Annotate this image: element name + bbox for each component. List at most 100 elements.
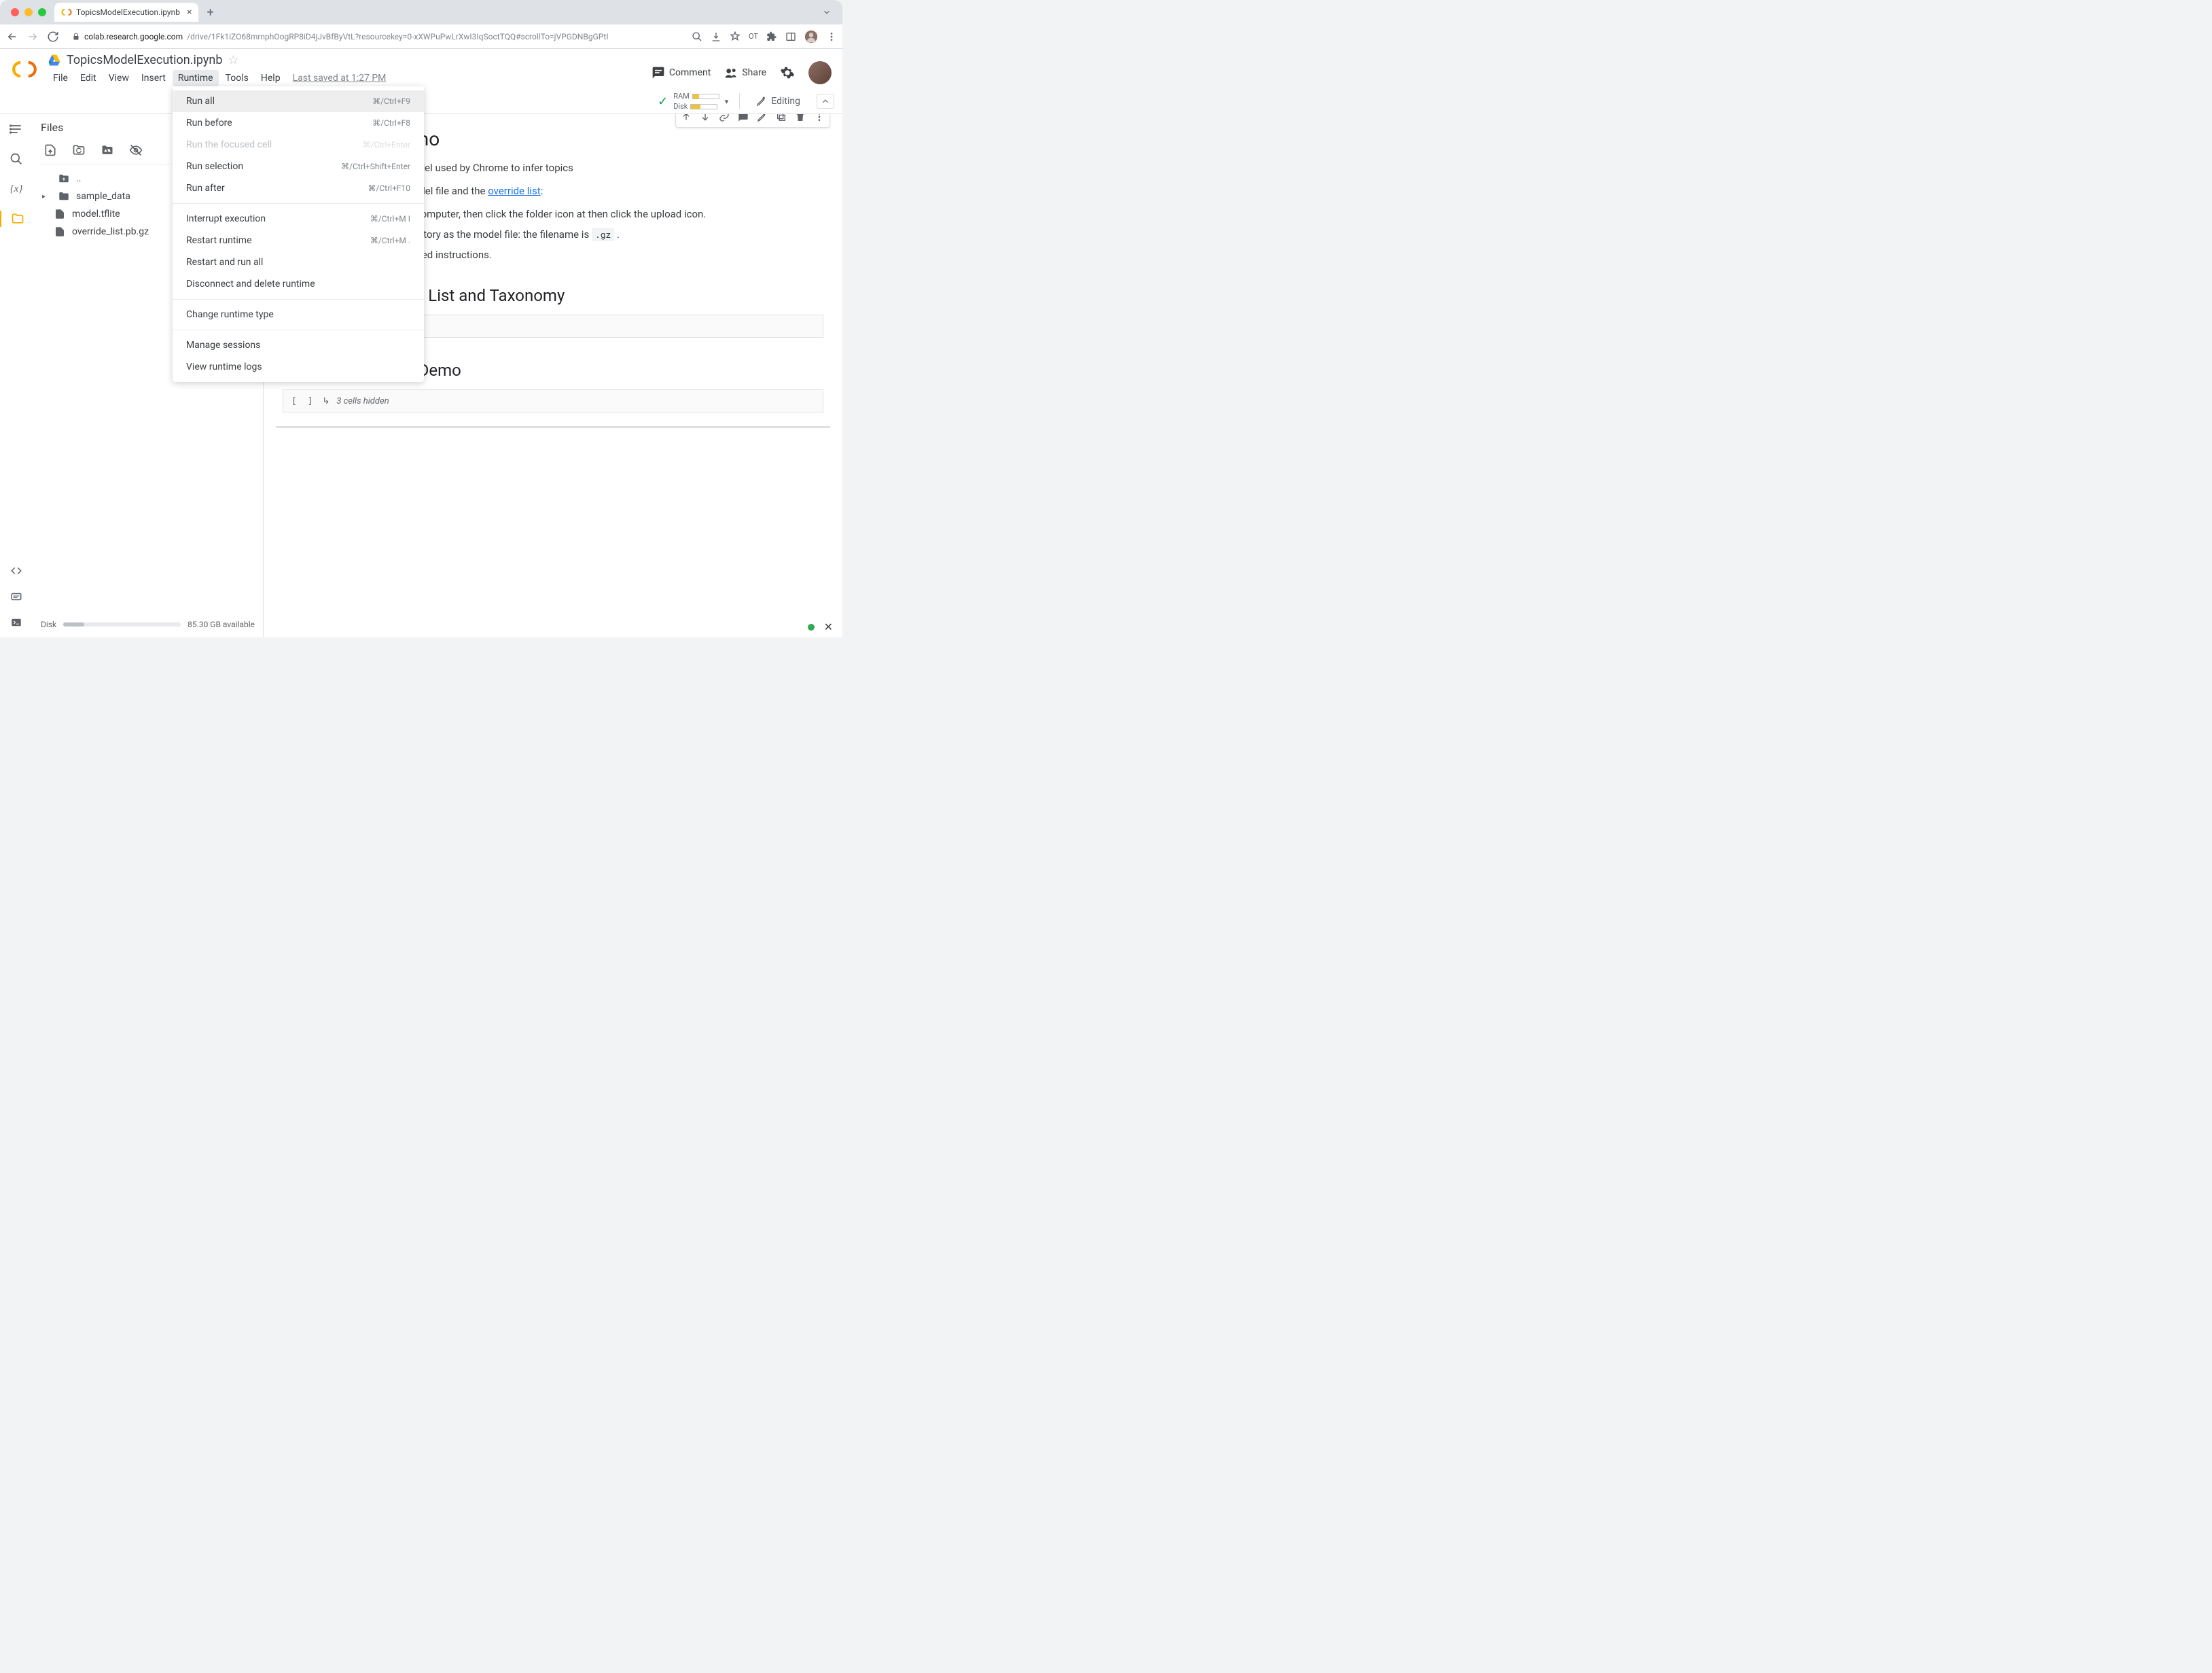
colab-logo-icon[interactable] xyxy=(11,56,38,83)
code-snippets-icon[interactable] xyxy=(8,563,24,579)
tree-label: .. xyxy=(76,173,81,184)
menu-insert[interactable]: Insert xyxy=(136,70,171,86)
doc-title[interactable]: TopicsModelExecution.ipynb xyxy=(67,53,222,67)
menu-separator xyxy=(173,299,424,300)
menu-separator xyxy=(173,203,424,204)
tab-overflow-icon[interactable] xyxy=(822,7,837,17)
menu-item[interactable]: Restart runtime⌘/Ctrl+M . xyxy=(173,230,424,251)
comment-cell-icon[interactable] xyxy=(734,114,752,126)
upload-icon[interactable] xyxy=(43,143,57,157)
browser-menu-icon[interactable] xyxy=(826,31,837,42)
refresh-folder-icon[interactable] xyxy=(72,143,86,157)
menu-item[interactable]: Change runtime type xyxy=(173,304,424,325)
address-bar[interactable]: colab.research.google.com/drive/1Fk1iZO6… xyxy=(67,32,685,41)
menu-item[interactable]: Manage sessions xyxy=(173,334,424,356)
status-dot-icon xyxy=(808,624,815,631)
mirror-cell-icon[interactable] xyxy=(772,114,790,126)
menu-item[interactable]: Restart and run all xyxy=(173,251,424,273)
drive-icon xyxy=(48,54,61,67)
back-button[interactable] xyxy=(5,30,19,43)
install-icon[interactable] xyxy=(711,31,721,42)
zoom-icon[interactable] xyxy=(692,31,702,42)
menu-item-label: Restart runtime xyxy=(186,235,252,246)
menu-item[interactable]: Run before⌘/Ctrl+F8 xyxy=(173,112,424,134)
override-list-link[interactable]: override list xyxy=(488,185,540,197)
collapse-header-button[interactable] xyxy=(817,94,834,109)
left-rail: {x} xyxy=(0,114,33,637)
share-button[interactable]: Share xyxy=(724,66,766,80)
profile-badge[interactable]: OT xyxy=(749,32,758,41)
hidden-count: 3 cells hidden xyxy=(336,396,389,406)
resource-dropdown-icon[interactable]: ▾ xyxy=(725,97,729,106)
variables-icon[interactable]: {x} xyxy=(8,181,24,197)
window-controls xyxy=(5,8,52,16)
menu-item-shortcut: ⌘/Ctrl+F9 xyxy=(372,96,410,106)
colab-favicon-icon xyxy=(61,7,72,18)
hidden-cells-bar[interactable]: [ ] ↳ 3 cells hidden xyxy=(283,389,823,412)
menu-item-shortcut: ⌘/Ctrl+M I xyxy=(370,214,410,224)
toc-icon[interactable] xyxy=(8,121,24,137)
runtime-dropdown: Run all⌘/Ctrl+F9Run before⌘/Ctrl+F8Run t… xyxy=(173,86,424,382)
reload-button[interactable] xyxy=(46,30,60,43)
mount-drive-icon[interactable] xyxy=(101,143,114,157)
minimize-window[interactable] xyxy=(24,8,33,16)
menu-view[interactable]: View xyxy=(103,70,135,86)
menu-item-shortcut: ⌘/Ctrl+Enter xyxy=(363,140,410,149)
more-cell-icon[interactable] xyxy=(810,114,828,126)
menu-runtime[interactable]: Runtime xyxy=(173,70,219,86)
edit-cell-icon[interactable] xyxy=(753,114,771,126)
folder-icon xyxy=(57,190,71,202)
settings-icon[interactable] xyxy=(780,65,795,80)
lock-icon xyxy=(72,33,80,41)
extensions-icon[interactable] xyxy=(766,31,777,42)
menu-edit[interactable]: Edit xyxy=(75,70,102,86)
ram-label: RAM xyxy=(673,92,690,101)
tab-close-icon[interactable]: × xyxy=(187,7,192,18)
menu-tools[interactable]: Tools xyxy=(220,70,254,86)
url-host: colab.research.google.com xyxy=(84,32,183,41)
code-inline: .gz xyxy=(592,228,614,241)
user-avatar[interactable] xyxy=(808,61,832,84)
autosave-status[interactable]: Last saved at 1:27 PM xyxy=(293,73,387,84)
star-icon[interactable]: ☆ xyxy=(228,53,238,67)
panel-icon[interactable] xyxy=(785,31,796,42)
close-window[interactable] xyxy=(11,8,19,16)
comment-button[interactable]: Comment xyxy=(652,66,711,80)
maximize-window[interactable] xyxy=(38,8,46,16)
cell-action-toolbar xyxy=(675,114,830,128)
menu-item[interactable]: View runtime logs xyxy=(173,356,424,378)
delete-cell-icon[interactable] xyxy=(791,114,809,126)
menu-item[interactable]: Run after⌘/Ctrl+F10 xyxy=(173,177,424,199)
ram-meter xyxy=(692,94,719,99)
menu-item[interactable]: Interrupt execution⌘/Ctrl+M I xyxy=(173,208,424,230)
link-icon[interactable] xyxy=(715,114,733,126)
user-avatar-icon[interactable] xyxy=(804,30,818,43)
menu-file[interactable]: File xyxy=(48,70,73,86)
menu-item[interactable]: Run selection⌘/Ctrl+Shift+Enter xyxy=(173,156,424,177)
command-palette-icon[interactable] xyxy=(8,588,24,605)
comment-label: Comment xyxy=(669,67,711,78)
menu-item[interactable]: Disconnect and delete runtime xyxy=(173,273,424,295)
browser-tab[interactable]: TopicsModelExecution.ipynb × xyxy=(54,3,198,22)
forward-button[interactable] xyxy=(26,30,39,43)
browser-chrome: TopicsModelExecution.ipynb × + colab.res… xyxy=(0,0,842,49)
toggle-hidden-icon[interactable] xyxy=(129,143,143,157)
move-up-icon[interactable] xyxy=(677,114,695,126)
bookmark-icon[interactable] xyxy=(730,31,741,42)
search-icon[interactable] xyxy=(8,151,24,167)
new-tab-button[interactable]: + xyxy=(201,5,219,20)
tab-strip: TopicsModelExecution.ipynb × + xyxy=(0,0,842,24)
menu-help[interactable]: Help xyxy=(255,70,286,86)
caret-right-icon[interactable]: ▸ xyxy=(42,193,52,200)
menubar: File Edit View Insert Runtime Tools Help… xyxy=(48,70,642,86)
disk-meter xyxy=(690,104,717,109)
menu-item-label: Run before xyxy=(186,118,232,128)
files-icon[interactable] xyxy=(0,211,33,227)
terminal-icon[interactable] xyxy=(8,614,24,631)
subarrow-icon: ↳ xyxy=(322,395,329,406)
editing-mode-button[interactable]: Editing xyxy=(751,93,806,109)
status-close-icon[interactable]: ✕ xyxy=(824,620,833,633)
resource-indicator[interactable]: ✓ RAM Disk ▾ xyxy=(658,92,728,111)
move-down-icon[interactable] xyxy=(696,114,714,126)
menu-item[interactable]: Run all⌘/Ctrl+F9 xyxy=(173,90,424,112)
